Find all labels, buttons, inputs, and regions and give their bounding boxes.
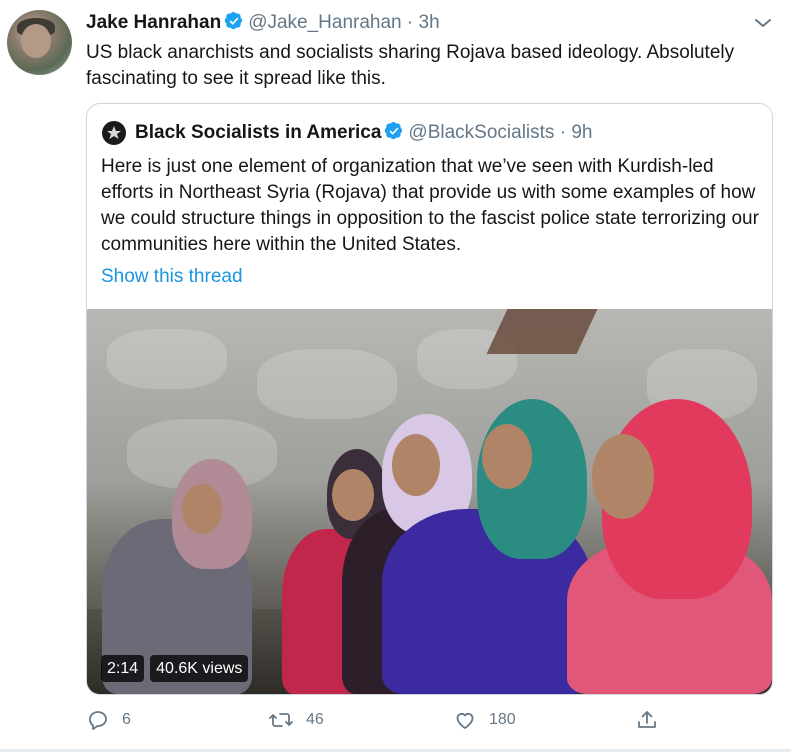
chevron-down-icon[interactable] [753, 13, 773, 33]
tweet-actions: 6 46 180 [86, 708, 686, 736]
reply-count: 6 [122, 711, 131, 728]
share-button[interactable] [635, 708, 659, 732]
quoted-header: Black Socialists in America @BlackSociali… [135, 120, 592, 149]
like-button[interactable]: 180 [453, 708, 516, 732]
verified-badge-icon [224, 11, 244, 38]
quoted-timestamp[interactable]: 9h [571, 122, 592, 143]
star-icon [107, 126, 121, 139]
video-info-badge: 2:14 40.6K views [101, 655, 249, 682]
quoted-text: Here is just one element of organization… [101, 156, 759, 255]
like-icon [456, 713, 474, 729]
reply-button[interactable]: 6 [86, 708, 131, 732]
retweet-count: 46 [306, 711, 324, 728]
tweet-text: US black anarchists and socialists shari… [86, 42, 735, 89]
quoted-tweet[interactable]: Black Socialists in America @BlackSociali… [86, 103, 773, 695]
quoted-author-name[interactable]: Black Socialists in America [135, 122, 381, 143]
video-views: 40.6K views [150, 655, 249, 682]
retweet-button[interactable]: 46 [268, 708, 324, 732]
author-avatar[interactable] [7, 10, 72, 75]
video-duration: 2:14 [101, 655, 145, 682]
verified-badge-icon [384, 121, 404, 149]
reply-icon [89, 711, 107, 730]
video-player[interactable]: 2:14 40.6K views [87, 309, 772, 694]
tweet-timestamp[interactable]: 3h [419, 12, 440, 33]
author-handle[interactable]: @Jake_Hanrahan [248, 12, 401, 33]
author-name[interactable]: Jake Hanrahan [86, 12, 221, 33]
tweet-header: Jake Hanrahan @Jake_Hanrahan · 3h [86, 11, 440, 38]
retweet-icon [269, 713, 293, 727]
quoted-author-avatar[interactable] [102, 121, 126, 145]
share-icon [638, 711, 656, 728]
show-thread-link[interactable]: Show this thread [101, 264, 243, 290]
like-count: 180 [489, 711, 516, 728]
quoted-author-handle[interactable]: @BlackSocialists [408, 122, 554, 143]
